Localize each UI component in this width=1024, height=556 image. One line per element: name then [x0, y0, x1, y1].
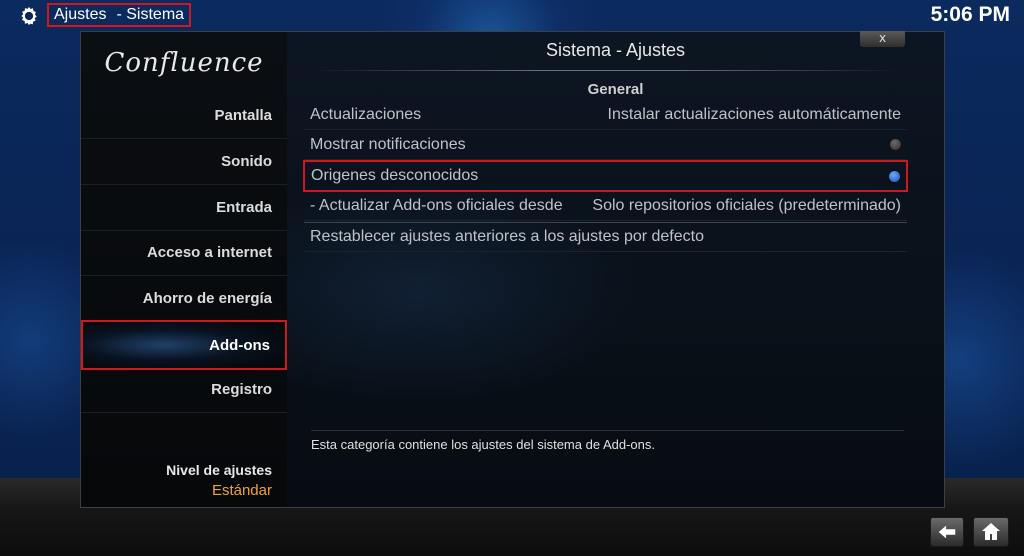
sidebar-item-label: Entrada — [216, 199, 272, 216]
breadcrumb: Ajustes - Sistema — [47, 3, 192, 27]
sidebar-item-pantalla[interactable]: Pantalla — [81, 93, 287, 139]
confluence-logo: Confluence — [104, 48, 264, 78]
sidebar-item-entrada[interactable]: Entrada — [81, 185, 287, 231]
home-icon — [982, 523, 1000, 540]
settings-level-value[interactable]: Estándar — [212, 482, 272, 499]
sidebar-item-add-ons[interactable]: Add-ons — [81, 320, 287, 370]
sidebar-item-label: Pantalla — [214, 107, 272, 124]
setting-origenes-desconocidos[interactable]: Origenes desconocidos — [303, 160, 908, 192]
clock: 5:06 PM — [930, 3, 1010, 26]
radio-on-icon[interactable] — [889, 170, 900, 182]
category-description: Esta categoría contiene los ajustes del … — [311, 437, 655, 452]
sidebar-item-label: Sonido — [221, 153, 272, 170]
setting-label: Origenes desconocidos — [311, 167, 479, 184]
sidebar-item-label: Acceso a internet — [146, 244, 272, 261]
setting-label: Actualizaciones — [310, 105, 422, 123]
setting-label: - Actualizar Add-ons oficiales desde — [310, 196, 563, 214]
sidebar-item-ahorro-energia[interactable]: Ahorro de energía — [81, 276, 287, 322]
hint-divider — [311, 430, 904, 431]
setting-mostrar-notificaciones[interactable]: Mostrar notificaciones — [304, 130, 907, 160]
setting-value: Instalar actualizaciones automáticamente — [607, 105, 902, 123]
title-divider — [311, 70, 904, 71]
sidebar-item-acceso-internet[interactable]: Acceso a internet — [81, 230, 287, 276]
section-header: General — [587, 81, 644, 98]
radio-off-icon[interactable] — [890, 139, 901, 150]
setting-actualizar-addons[interactable]: - Actualizar Add-ons oficiales desde Sol… — [304, 191, 907, 221]
settings-dialog: Confluence Pantalla Sonido Entrada Acces… — [80, 31, 945, 508]
sidebar-item-label: Ahorro de energía — [142, 290, 272, 307]
back-button[interactable] — [930, 517, 964, 547]
sidebar-item-label: Add-ons — [209, 336, 270, 354]
settings-sidebar: Confluence Pantalla Sonido Entrada Acces… — [81, 32, 287, 507]
home-button[interactable] — [973, 517, 1009, 547]
breadcrumb-item-sistema: - Sistema — [116, 6, 185, 23]
setting-label: Restablecer ajustes anteriores a los aju… — [310, 228, 704, 245]
setting-value: Solo repositorios oficiales (predetermin… — [592, 196, 901, 214]
gear-icon — [21, 6, 37, 26]
breadcrumb-item-ajustes: Ajustes — [54, 6, 107, 23]
setting-actualizaciones[interactable]: Actualizaciones Instalar actualizaciones… — [304, 100, 907, 130]
settings-level-label: Nivel de ajustes — [166, 462, 272, 478]
setting-restablecer[interactable]: Restablecer ajustes anteriores a los aju… — [304, 222, 907, 252]
sidebar-item-label: Registro — [211, 381, 272, 398]
sidebar-item-sonido[interactable]: Sonido — [81, 139, 287, 185]
top-bar: Ajustes - Sistema 5:06 PM — [0, 0, 1024, 30]
setting-label: Mostrar notificaciones — [310, 135, 466, 153]
back-arrow-icon — [938, 525, 956, 539]
dialog-title: Sistema - Ajustes — [545, 40, 686, 60]
sidebar-item-registro[interactable]: Registro — [81, 367, 287, 413]
close-button[interactable]: x — [860, 31, 905, 47]
